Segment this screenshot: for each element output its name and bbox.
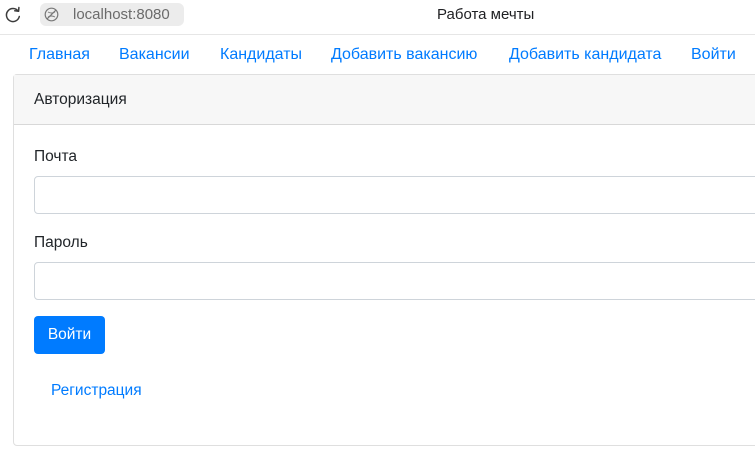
nav-item-add-vacancy[interactable]: Добавить вакансию	[331, 46, 477, 64]
nav-item-candidates[interactable]: Кандидаты	[220, 46, 302, 64]
address-bar[interactable]: localhost:8080	[40, 3, 184, 26]
login-button[interactable]: Войти	[34, 316, 105, 354]
browser-toolbar: localhost:8080 Работа мечты	[0, 0, 755, 32]
nav-item-vacancies[interactable]: Вакансии	[119, 46, 190, 64]
email-label: Почта	[34, 148, 78, 165]
page-title: Работа мечты	[437, 6, 535, 23]
auth-card-header: Авторизация	[14, 75, 755, 125]
nav-item-home[interactable]: Главная	[29, 46, 90, 64]
nav-item-add-candidate[interactable]: Добавить кандидата	[509, 46, 661, 64]
email-field[interactable]	[34, 176, 755, 214]
auth-card: Авторизация Почта Пароль Войти Регистрац…	[13, 74, 755, 446]
address-text: localhost:8080	[73, 6, 170, 23]
site-info-icon[interactable]	[44, 7, 59, 22]
reload-icon[interactable]	[3, 5, 23, 25]
password-label: Пароль	[34, 234, 88, 251]
register-link[interactable]: Регистрация	[51, 382, 142, 400]
main-navbar: Главная Вакансии Кандидаты Добавить вака…	[0, 34, 755, 74]
password-field[interactable]	[34, 262, 755, 300]
nav-item-login[interactable]: Войти	[691, 46, 736, 64]
